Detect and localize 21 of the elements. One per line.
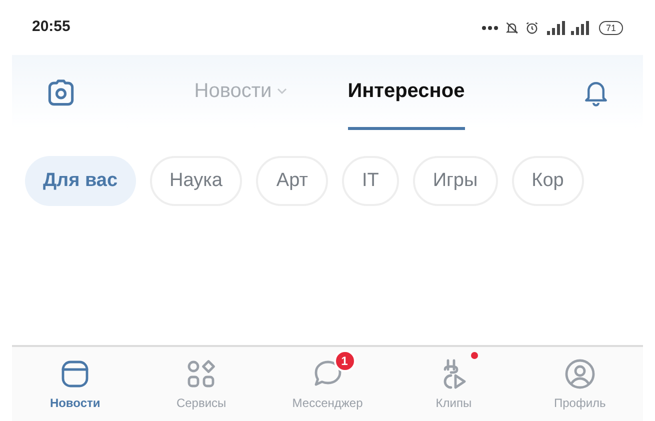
unread-badge: 1 xyxy=(334,350,356,372)
nav-tab[interactable]: Клипы xyxy=(390,347,517,421)
signal-icon xyxy=(544,20,565,34)
battery-indicator: 71 xyxy=(598,20,623,34)
nav-tab[interactable]: 1 Мессенджер xyxy=(264,347,391,421)
category-chip[interactable]: Кор xyxy=(512,156,584,206)
category-chip[interactable]: Для вас xyxy=(25,156,136,206)
header-tab[interactable]: Новости xyxy=(194,55,288,130)
category-chip[interactable]: IT xyxy=(342,156,399,206)
alarm-icon xyxy=(524,20,539,34)
nav-tab[interactable]: Профиль xyxy=(516,347,644,421)
nav-tab[interactable]: Сервисы xyxy=(138,347,264,421)
header-tab[interactable]: Интересное xyxy=(348,55,465,130)
category-chip[interactable]: Наука xyxy=(150,156,242,206)
nav-tab[interactable]: Новости xyxy=(12,347,138,421)
category-chip[interactable]: Игры xyxy=(412,156,498,206)
bell-off-icon xyxy=(504,20,519,34)
more-dots-icon xyxy=(480,24,499,30)
signal-icon xyxy=(570,20,589,34)
status-time: 20:55 xyxy=(32,17,70,38)
category-chip[interactable]: Арт xyxy=(256,156,328,206)
